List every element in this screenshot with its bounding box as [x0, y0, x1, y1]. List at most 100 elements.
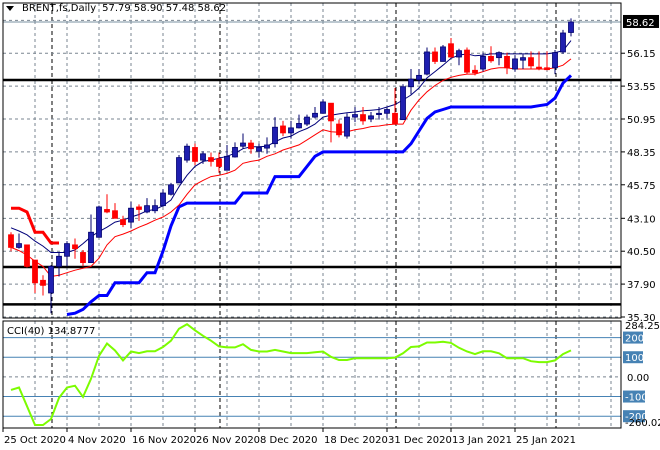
date-label: 26 Nov 2020: [196, 435, 260, 446]
bull-candle: [264, 137, 270, 154]
bull-candle: [560, 29, 566, 54]
bear-candle: [120, 215, 126, 228]
bull-candle: [64, 241, 70, 267]
date-label: 13 Jan 2021: [452, 435, 512, 446]
candle-body: [96, 206, 102, 238]
cci-value: 134.8777: [47, 326, 96, 337]
candle-body: [216, 158, 222, 167]
bull-candle: [496, 51, 502, 66]
candle-body: [408, 78, 414, 88]
price-tick-label: 53.55: [627, 82, 656, 93]
bull-candle: [176, 155, 182, 184]
candle-body: [120, 219, 126, 226]
cci-header: CCI(40) 134.8777: [7, 326, 95, 337]
candle-body: [360, 114, 366, 122]
bull-candle: [384, 106, 390, 119]
candle-body: [40, 279, 46, 286]
candle-body: [192, 147, 198, 162]
bull-candle: [344, 113, 350, 139]
candle-body: [128, 207, 134, 223]
price-chart[interactable]: 56.15 53.55 50.95 48.35 45.75 43.10 40.50 37.90…: [0, 0, 660, 450]
bull-candle: [48, 265, 54, 314]
bull-candle: [96, 205, 102, 238]
candle-body: [392, 112, 398, 125]
candle-body: [368, 115, 374, 120]
bear-candle: [448, 38, 454, 58]
candle-body: [352, 114, 358, 118]
candle-body: [136, 206, 142, 210]
candle-body: [288, 127, 294, 134]
candle-body: [376, 112, 382, 115]
candle-body: [448, 43, 454, 58]
candle-body: [536, 66, 542, 70]
price-tick-label: 50.95: [627, 115, 656, 126]
cci-max-label: 284.2522: [625, 321, 660, 332]
candle-body: [424, 51, 430, 75]
candle-body: [272, 126, 278, 145]
bull-candle: [160, 189, 166, 207]
bull-candle: [296, 114, 302, 129]
candle-body: [504, 55, 510, 69]
bear-candle: [392, 88, 398, 125]
candle-body: [224, 155, 230, 171]
candle-body: [248, 142, 254, 150]
bull-candle: [128, 201, 134, 229]
candle-body: [168, 184, 174, 195]
cci-panel-frame: [2, 320, 622, 429]
bull-candle: [424, 47, 430, 76]
candle-body: [176, 157, 182, 184]
candle-body: [344, 116, 350, 137]
candle-body: [264, 144, 270, 149]
candle-body: [256, 147, 262, 152]
dropdown-triangle-icon[interactable]: [6, 6, 14, 11]
candle-body: [64, 243, 70, 257]
candle-body: [496, 52, 502, 59]
bull-candle: [320, 99, 326, 114]
candle-body: [296, 123, 302, 129]
bull-candle: [256, 143, 262, 158]
candle-body: [112, 210, 118, 219]
price-tick-label: 43.10: [627, 214, 656, 225]
candle-body: [88, 231, 94, 263]
candle-body: [144, 205, 150, 213]
bull-candle: [168, 182, 174, 196]
chart-header: BRENT,fs,Daily 57.79 58.90 57.48 58.62: [6, 3, 226, 14]
bull-candle: [304, 114, 310, 126]
date-label: 18 Dec 2020: [324, 435, 388, 446]
candle-body: [8, 234, 14, 248]
bull-candle: [184, 143, 190, 163]
bear-candle: [336, 119, 342, 138]
candle-body: [456, 50, 462, 58]
candle-body: [400, 86, 406, 121]
cci-level-label: -100: [625, 393, 648, 404]
candle-body: [488, 55, 494, 62]
bear-candle: [208, 152, 214, 167]
bull-candle: [408, 69, 414, 95]
cci-level-label: 100: [625, 353, 644, 364]
candle-body: [568, 21, 574, 33]
current-price-label: 58.62: [626, 18, 655, 29]
candle-body: [328, 102, 334, 122]
bull-candle: [368, 112, 374, 123]
candle-body: [232, 147, 238, 158]
candle-body: [24, 244, 30, 267]
bull-candle: [312, 106, 318, 119]
candle-body: [320, 101, 326, 114]
bull-candle: [568, 18, 574, 37]
symbol-label: BRENT,fs,Daily: [22, 3, 97, 14]
candle-body: [512, 58, 518, 70]
candle-body: [312, 112, 318, 118]
bear-candle: [504, 52, 510, 75]
candle-body: [200, 153, 206, 161]
price-tick-label: 37.90: [627, 280, 656, 291]
candle-body: [240, 142, 246, 147]
bull-candle: [224, 144, 230, 171]
bear-candle: [112, 203, 118, 219]
bull-candle: [440, 45, 446, 62]
date-label: 31 Dec 2020: [388, 435, 452, 446]
bull-candle: [152, 199, 158, 214]
cci-name: CCI(40): [7, 326, 45, 337]
ohlc-readout: 57.79 58.90 57.48 58.62: [102, 3, 227, 14]
candle-body: [80, 252, 86, 263]
candle-body: [432, 51, 438, 62]
